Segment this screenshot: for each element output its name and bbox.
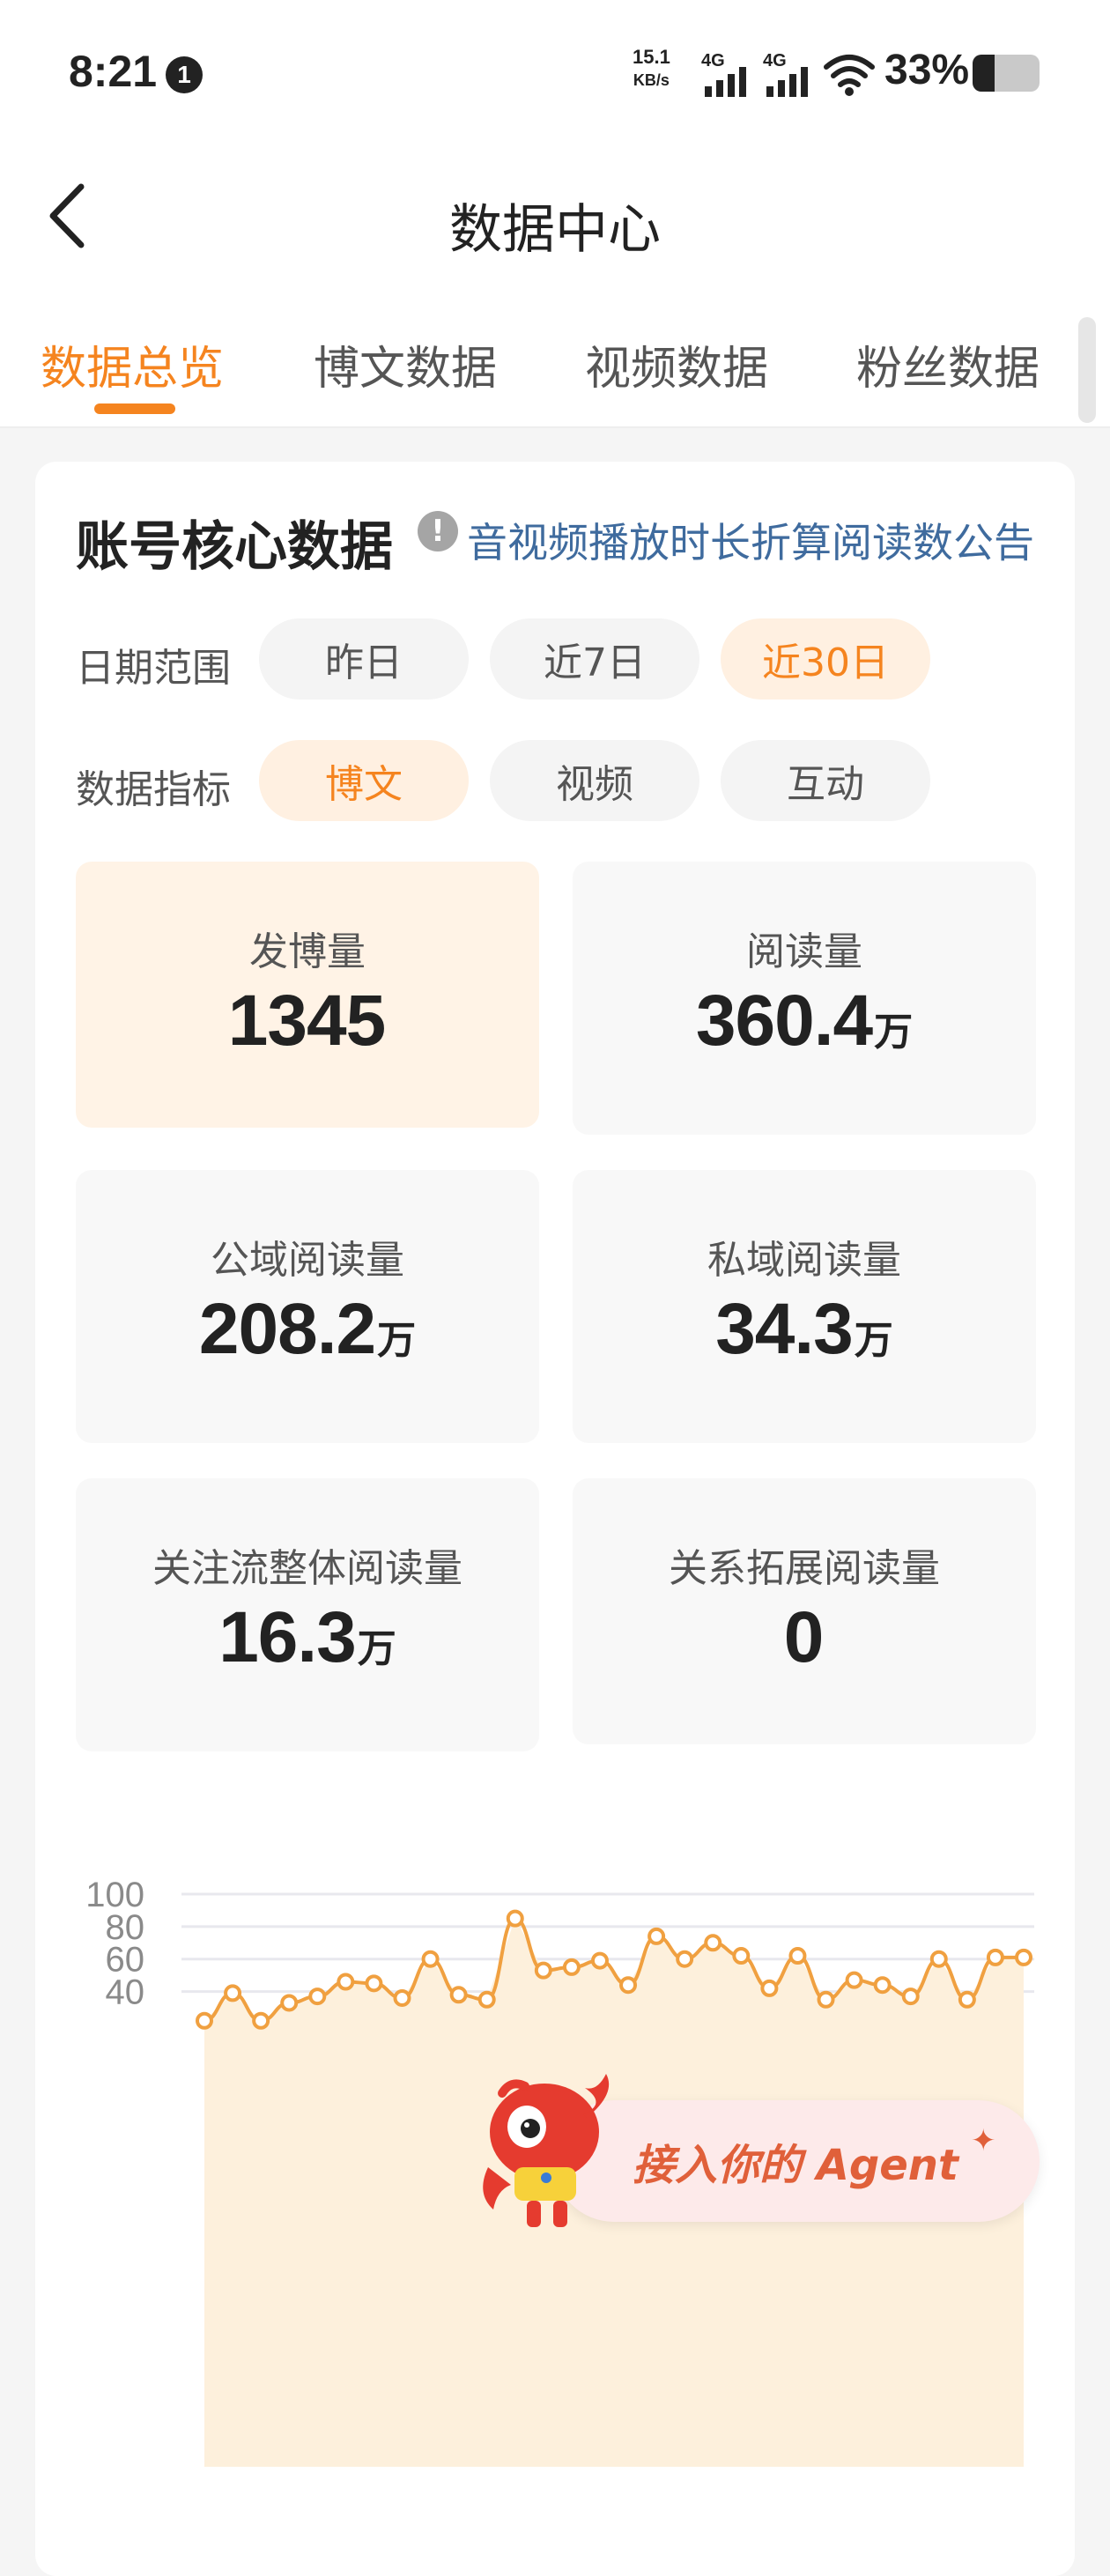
metric-card-private-reads[interactable]: 私域阅读量 34.3万: [573, 1170, 1036, 1443]
metric-value: 360.4: [695, 981, 873, 1061]
metric-value: 34.3: [715, 1289, 854, 1369]
data-point[interactable]: [958, 1990, 976, 2009]
metric-unit: 万: [854, 1318, 893, 1363]
metric-card-relation-reads[interactable]: 关系拓展阅读量 0: [573, 1478, 1036, 1744]
metric-type-label: 数据指标: [76, 767, 231, 812]
notification-badge: 1: [166, 56, 203, 93]
date-option-7-days[interactable]: 近7日: [490, 618, 699, 700]
metric-label: 阅读量: [746, 929, 862, 974]
date-option-yesterday[interactable]: 昨日: [259, 618, 469, 700]
data-point[interactable]: [393, 1988, 411, 2007]
data-point[interactable]: [421, 1950, 440, 1968]
page-title: 数据中心: [449, 199, 661, 261]
metric-value: 1345: [227, 981, 386, 1061]
data-point[interactable]: [845, 1971, 863, 1989]
agent-floating-button[interactable]: 接入你的 Agent ✦: [476, 2062, 1040, 2238]
tab-post-data[interactable]: 博文数据: [314, 331, 497, 397]
crab-mascot-icon: [483, 2074, 610, 2227]
data-point[interactable]: [704, 1934, 722, 1952]
date-option-30-days[interactable]: 近30日: [721, 618, 930, 700]
data-point[interactable]: [619, 1976, 638, 1995]
data-point[interactable]: [365, 1974, 383, 1993]
network-speed-unit: KB/s: [633, 71, 670, 89]
data-point[interactable]: [873, 1976, 892, 1995]
network-speed: 15.1 KB/s: [633, 46, 670, 92]
data-point[interactable]: [929, 1950, 948, 1968]
active-tab-indicator: [94, 403, 175, 414]
data-point[interactable]: [676, 1950, 694, 1968]
wifi-icon: [824, 55, 875, 96]
data-point[interactable]: [252, 2011, 270, 2030]
battery-percentage: 33%: [884, 47, 970, 93]
notice-link[interactable]: 音视频播放时长折算阅读数公告: [467, 511, 1034, 569]
tab-overview[interactable]: 数据总览: [41, 331, 224, 397]
data-point[interactable]: [986, 1948, 1004, 1966]
data-point[interactable]: [280, 1994, 299, 2012]
data-point[interactable]: [308, 1988, 327, 2006]
data-point[interactable]: [562, 1958, 581, 1976]
date-range-label: 日期范围: [76, 646, 231, 691]
metric-option-interaction[interactable]: 互动: [721, 740, 930, 821]
data-point[interactable]: [788, 1947, 807, 1965]
data-point[interactable]: [506, 1909, 524, 1928]
data-point[interactable]: [337, 1973, 355, 1991]
data-point[interactable]: [817, 1990, 835, 2009]
tab-bar: 数据总览 博文数据 视频数据 粉丝数据: [0, 291, 1110, 428]
status-bar: 8:21 1 15.1 KB/s 4G 4G 33%: [0, 0, 1110, 150]
data-point[interactable]: [648, 1927, 666, 1945]
metric-card-posts[interactable]: 发博量 1345: [76, 862, 539, 1128]
metric-unit: 万: [357, 1626, 396, 1671]
battery-icon: [973, 55, 1040, 92]
metric-label: 发博量: [249, 929, 366, 974]
metric-card-follow-feed-reads[interactable]: 关注流整体阅读量 16.3万: [76, 1478, 539, 1751]
navigation-bar: 数据中心: [0, 150, 1110, 291]
status-time: 8:21: [69, 47, 158, 96]
sparkle-icon: ✦: [971, 2123, 996, 2158]
metric-value: 0: [783, 1597, 825, 1677]
data-point[interactable]: [590, 1951, 609, 1970]
metric-value: 208.2: [198, 1289, 376, 1369]
metric-label: 私域阅读量: [707, 1238, 901, 1283]
data-point[interactable]: [1015, 1948, 1032, 1966]
data-point[interactable]: [477, 1990, 496, 2009]
data-point[interactable]: [760, 1979, 779, 1997]
metric-card-reads[interactable]: 阅读量 360.4万: [573, 862, 1036, 1135]
data-point[interactable]: [196, 2011, 213, 2030]
tab-video-data[interactable]: 视频数据: [585, 331, 768, 397]
metric-option-posts[interactable]: 博文: [259, 740, 469, 821]
metric-label: 关系拓展阅读量: [669, 1546, 940, 1591]
info-icon[interactable]: !: [418, 511, 458, 551]
tab-fans-data[interactable]: 粉丝数据: [856, 331, 1040, 397]
tab-scrollbar: [1078, 317, 1096, 423]
metric-card-public-reads[interactable]: 公域阅读量 208.2万: [76, 1170, 539, 1443]
network-speed-value: 15.1: [633, 46, 670, 68]
metric-unit: 万: [874, 1010, 914, 1055]
data-point[interactable]: [534, 1961, 552, 1980]
data-point[interactable]: [732, 1947, 751, 1965]
metric-unit: 万: [377, 1318, 417, 1363]
y-tick-label: 40: [106, 1973, 145, 2012]
section-title: 账号核心数据: [76, 516, 393, 578]
metric-label: 关注流整体阅读量: [152, 1546, 462, 1591]
data-point[interactable]: [449, 1986, 468, 2004]
metric-label: 公域阅读量: [211, 1238, 404, 1283]
agent-button-label[interactable]: 接入你的 Agent: [633, 2130, 958, 2192]
metric-option-video[interactable]: 视频: [490, 740, 699, 821]
data-point[interactable]: [224, 1984, 242, 2002]
data-point[interactable]: [901, 1988, 920, 2006]
metric-value: 16.3: [218, 1597, 357, 1677]
